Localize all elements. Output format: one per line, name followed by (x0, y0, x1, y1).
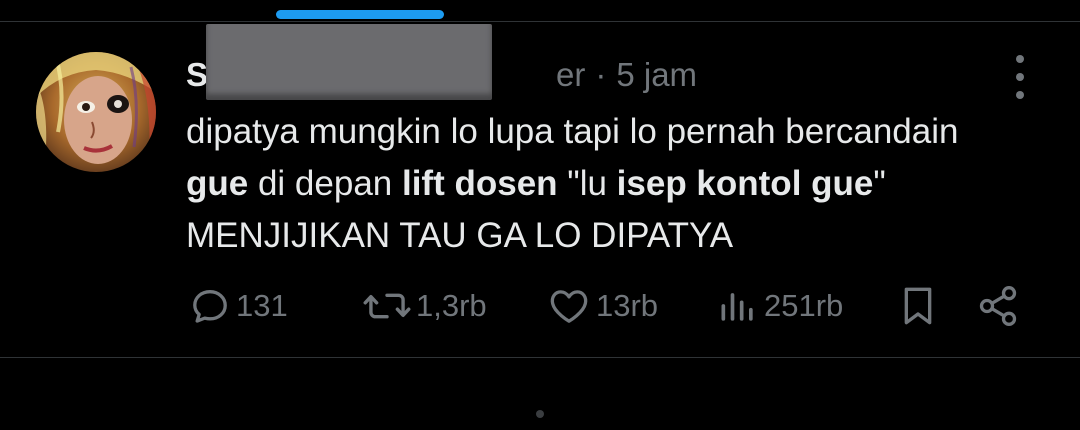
share-icon (976, 284, 1020, 328)
action-bar: 131 1,3rb 13rb 251rb (188, 282, 1038, 330)
tweet-text: dipatya mungkin lo lupa tapi lo pernah b… (186, 106, 1006, 262)
avatar-image (36, 52, 156, 172)
like-count: 13rb (596, 288, 659, 323)
tweet-text-segment: dipatya mungkin lo lupa tapi lo pernah b… (186, 112, 959, 151)
retweet-button[interactable]: 1,3rb (362, 282, 487, 330)
more-dot-icon (1016, 91, 1024, 99)
active-tab-indicator (276, 10, 444, 19)
redaction-box (206, 24, 492, 100)
views-button[interactable]: 251rb (716, 282, 843, 330)
tweet-text-bold-segment: gue (186, 164, 249, 203)
retweet-count: 1,3rb (416, 288, 487, 323)
reply-icon (188, 284, 232, 328)
views-icon (716, 284, 760, 328)
more-dot-icon (1016, 73, 1024, 81)
avatar[interactable] (36, 52, 156, 172)
tweet-text-bold-segment: lift dosen (401, 164, 558, 203)
views-count: 251rb (764, 288, 844, 323)
heart-icon (546, 284, 592, 328)
scroll-indicator-dot (536, 410, 544, 418)
more-options-button[interactable] (1004, 55, 1036, 99)
more-dot-icon (1016, 55, 1024, 63)
author-handle-tail[interactable]: er (556, 56, 585, 94)
reply-button[interactable]: 131 (188, 282, 288, 330)
timestamp[interactable]: 5 jam (616, 56, 697, 94)
header-separator: · (595, 56, 607, 93)
bookmark-button[interactable] (898, 282, 938, 330)
bookmark-icon (898, 284, 938, 328)
retweet-icon (362, 284, 412, 328)
tweet-text-segment: "lu (557, 164, 617, 203)
like-button[interactable]: 13rb (546, 282, 658, 330)
bottom-divider (0, 357, 1080, 358)
tweet-text-bold-segment: isep kontol gue (616, 164, 874, 203)
tweet-text-segment: di depan (248, 164, 402, 203)
share-button[interactable] (976, 282, 1020, 330)
reply-count: 131 (236, 288, 288, 323)
top-divider (0, 21, 1080, 22)
